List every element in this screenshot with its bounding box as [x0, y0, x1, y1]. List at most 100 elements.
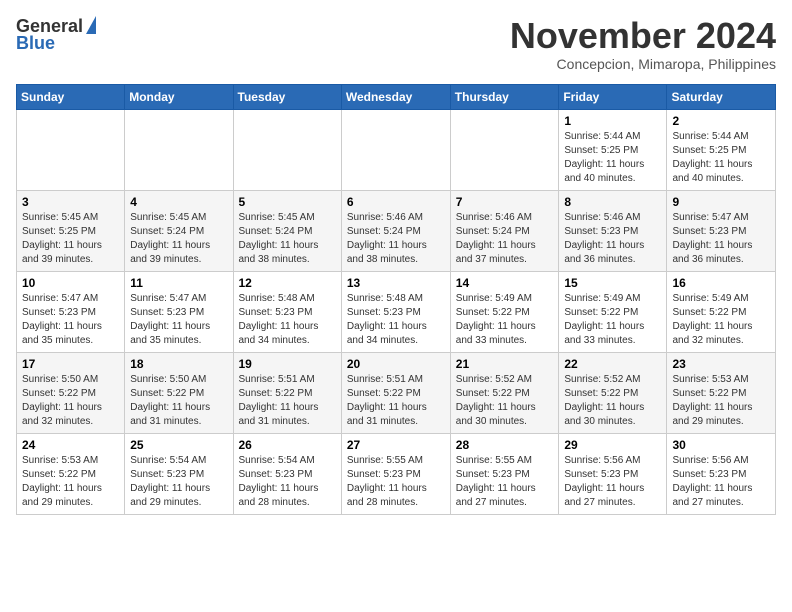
day-number: 20: [347, 357, 445, 371]
day-number: 16: [672, 276, 770, 290]
calendar-day-cell: 14 Sunrise: 5:49 AM Sunset: 5:22 PM Dayli…: [450, 271, 559, 352]
calendar-day-cell: 30 Sunrise: 5:56 AM Sunset: 5:23 PM Dayli…: [667, 433, 776, 514]
day-number: 23: [672, 357, 770, 371]
location: Concepcion, Mimaropa, Philippines: [510, 56, 776, 72]
day-number: 3: [22, 195, 119, 209]
day-number: 22: [564, 357, 661, 371]
day-info: Sunrise: 5:46 AM Sunset: 5:23 PM Dayligh…: [564, 211, 661, 267]
calendar-day-cell: 2 Sunrise: 5:44 AM Sunset: 5:25 PM Daylig…: [667, 109, 776, 190]
day-number: 9: [672, 195, 770, 209]
logo-blue: Blue: [16, 33, 55, 54]
day-number: 28: [456, 438, 554, 452]
calendar-table: SundayMondayTuesdayWednesdayThursdayFrid…: [16, 84, 776, 515]
calendar-day-cell: 23 Sunrise: 5:53 AM Sunset: 5:22 PM Dayli…: [667, 352, 776, 433]
day-number: 1: [564, 114, 661, 128]
calendar-weekday: Sunday: [17, 84, 125, 109]
calendar-day-cell: 27 Sunrise: 5:55 AM Sunset: 5:23 PM Dayli…: [341, 433, 450, 514]
day-info: Sunrise: 5:56 AM Sunset: 5:23 PM Dayligh…: [564, 454, 661, 510]
day-number: 17: [22, 357, 119, 371]
day-info: Sunrise: 5:45 AM Sunset: 5:24 PM Dayligh…: [130, 211, 227, 267]
calendar-week-row: 10Sunrise: 5:47 AM Sunset: 5:23 PM Dayli…: [17, 271, 776, 352]
day-info: Sunrise: 5:45 AM Sunset: 5:25 PM Dayligh…: [22, 211, 119, 267]
calendar-day-cell: [233, 109, 341, 190]
day-number: 29: [564, 438, 661, 452]
day-info: Sunrise: 5:49 AM Sunset: 5:22 PM Dayligh…: [564, 292, 661, 348]
calendar-day-cell: 9 Sunrise: 5:47 AM Sunset: 5:23 PM Daylig…: [667, 190, 776, 271]
day-info: Sunrise: 5:55 AM Sunset: 5:23 PM Dayligh…: [347, 454, 445, 510]
calendar-day-cell: 3 Sunrise: 5:45 AM Sunset: 5:25 PM Daylig…: [17, 190, 125, 271]
calendar-day-cell: 16Sunrise: 5:49 AM Sunset: 5:22 PM Dayli…: [667, 271, 776, 352]
calendar-day-cell: [17, 109, 125, 190]
calendar-day-cell: 17 Sunrise: 5:50 AM Sunset: 5:22 PM Dayli…: [17, 352, 125, 433]
day-info: Sunrise: 5:50 AM Sunset: 5:22 PM Dayligh…: [22, 373, 119, 429]
day-info: Sunrise: 5:44 AM Sunset: 5:25 PM Dayligh…: [564, 130, 661, 186]
day-number: 5: [239, 195, 336, 209]
calendar-week-row: 3 Sunrise: 5:45 AM Sunset: 5:25 PM Daylig…: [17, 190, 776, 271]
day-number: 21: [456, 357, 554, 371]
calendar-day-cell: [125, 109, 233, 190]
calendar-day-cell: [341, 109, 450, 190]
day-info: Sunrise: 5:45 AM Sunset: 5:24 PM Dayligh…: [239, 211, 336, 267]
day-number: 25: [130, 438, 227, 452]
calendar-day-cell: 24 Sunrise: 5:53 AM Sunset: 5:22 PM Dayli…: [17, 433, 125, 514]
calendar-day-cell: 5 Sunrise: 5:45 AM Sunset: 5:24 PM Daylig…: [233, 190, 341, 271]
day-info: Sunrise: 5:53 AM Sunset: 5:22 PM Dayligh…: [22, 454, 119, 510]
day-number: 18: [130, 357, 227, 371]
calendar-day-cell: 21 Sunrise: 5:52 AM Sunset: 5:22 PM Dayli…: [450, 352, 559, 433]
calendar-day-cell: 11Sunrise: 5:47 AM Sunset: 5:23 PM Dayli…: [125, 271, 233, 352]
calendar-day-cell: 22 Sunrise: 5:52 AM Sunset: 5:22 PM Dayli…: [559, 352, 667, 433]
calendar-week-row: 17 Sunrise: 5:50 AM Sunset: 5:22 PM Dayli…: [17, 352, 776, 433]
day-info: Sunrise: 5:49 AM Sunset: 5:22 PM Dayligh…: [456, 292, 554, 348]
calendar-day-cell: 1 Sunrise: 5:44 AM Sunset: 5:25 PM Daylig…: [559, 109, 667, 190]
calendar-day-cell: 28 Sunrise: 5:55 AM Sunset: 5:23 PM Dayli…: [450, 433, 559, 514]
day-number: 27: [347, 438, 445, 452]
calendar-week-row: 24 Sunrise: 5:53 AM Sunset: 5:22 PM Dayli…: [17, 433, 776, 514]
calendar-weekday: Thursday: [450, 84, 559, 109]
calendar-weekday: Saturday: [667, 84, 776, 109]
page-header: General Blue November 2024 Concepcion, M…: [16, 16, 776, 72]
day-info: Sunrise: 5:50 AM Sunset: 5:22 PM Dayligh…: [130, 373, 227, 429]
day-info: Sunrise: 5:47 AM Sunset: 5:23 PM Dayligh…: [672, 211, 770, 267]
calendar-weekday: Wednesday: [341, 84, 450, 109]
logo-triangle-icon: [86, 16, 96, 34]
calendar-day-cell: 20 Sunrise: 5:51 AM Sunset: 5:22 PM Dayli…: [341, 352, 450, 433]
day-number: 8: [564, 195, 661, 209]
calendar-day-cell: 4 Sunrise: 5:45 AM Sunset: 5:24 PM Daylig…: [125, 190, 233, 271]
day-number: 24: [22, 438, 119, 452]
day-number: 19: [239, 357, 336, 371]
calendar-header-row: SundayMondayTuesdayWednesdayThursdayFrid…: [17, 84, 776, 109]
day-number: 14: [456, 276, 554, 290]
calendar-day-cell: 26Sunrise: 5:54 AM Sunset: 5:23 PM Dayli…: [233, 433, 341, 514]
calendar-day-cell: 29 Sunrise: 5:56 AM Sunset: 5:23 PM Dayli…: [559, 433, 667, 514]
calendar-day-cell: 6 Sunrise: 5:46 AM Sunset: 5:24 PM Daylig…: [341, 190, 450, 271]
logo: General Blue: [16, 16, 96, 54]
day-info: Sunrise: 5:44 AM Sunset: 5:25 PM Dayligh…: [672, 130, 770, 186]
calendar-day-cell: 8 Sunrise: 5:46 AM Sunset: 5:23 PM Daylig…: [559, 190, 667, 271]
calendar-day-cell: 13 Sunrise: 5:48 AM Sunset: 5:23 PM Dayli…: [341, 271, 450, 352]
day-info: Sunrise: 5:51 AM Sunset: 5:22 PM Dayligh…: [347, 373, 445, 429]
day-number: 2: [672, 114, 770, 128]
day-number: 7: [456, 195, 554, 209]
day-info: Sunrise: 5:52 AM Sunset: 5:22 PM Dayligh…: [564, 373, 661, 429]
calendar-day-cell: 25 Sunrise: 5:54 AM Sunset: 5:23 PM Dayli…: [125, 433, 233, 514]
calendar-week-row: 1 Sunrise: 5:44 AM Sunset: 5:25 PM Daylig…: [17, 109, 776, 190]
day-info: Sunrise: 5:53 AM Sunset: 5:22 PM Dayligh…: [672, 373, 770, 429]
day-info: Sunrise: 5:48 AM Sunset: 5:23 PM Dayligh…: [347, 292, 445, 348]
calendar-day-cell: 12Sunrise: 5:48 AM Sunset: 5:23 PM Dayli…: [233, 271, 341, 352]
month-title: November 2024: [510, 16, 776, 56]
calendar-day-cell: 18 Sunrise: 5:50 AM Sunset: 5:22 PM Dayli…: [125, 352, 233, 433]
day-number: 12: [239, 276, 336, 290]
day-info: Sunrise: 5:55 AM Sunset: 5:23 PM Dayligh…: [456, 454, 554, 510]
day-number: 6: [347, 195, 445, 209]
day-number: 26: [239, 438, 336, 452]
day-number: 13: [347, 276, 445, 290]
day-info: Sunrise: 5:52 AM Sunset: 5:22 PM Dayligh…: [456, 373, 554, 429]
title-section: November 2024 Concepcion, Mimaropa, Phil…: [510, 16, 776, 72]
calendar-day-cell: 15Sunrise: 5:49 AM Sunset: 5:22 PM Dayli…: [559, 271, 667, 352]
day-info: Sunrise: 5:46 AM Sunset: 5:24 PM Dayligh…: [347, 211, 445, 267]
day-info: Sunrise: 5:56 AM Sunset: 5:23 PM Dayligh…: [672, 454, 770, 510]
day-number: 4: [130, 195, 227, 209]
day-number: 30: [672, 438, 770, 452]
day-info: Sunrise: 5:54 AM Sunset: 5:23 PM Dayligh…: [130, 454, 227, 510]
day-number: 11: [130, 276, 227, 290]
